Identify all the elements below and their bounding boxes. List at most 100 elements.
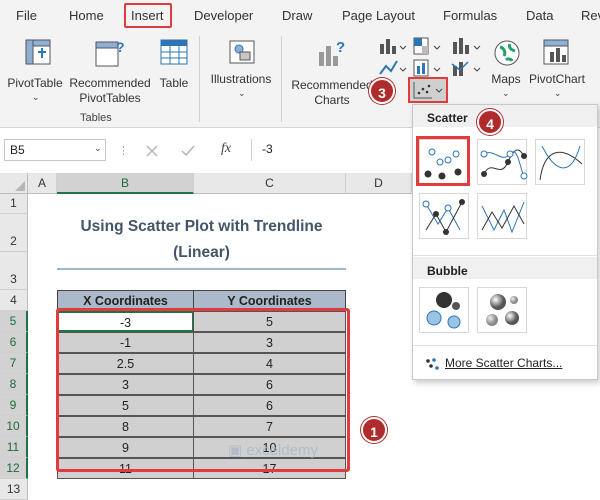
maps-button[interactable]: Maps ⌄ bbox=[486, 36, 526, 102]
tab-formulas[interactable]: Formulas bbox=[443, 8, 497, 23]
table-button[interactable]: Table bbox=[158, 36, 190, 96]
enter-check-icon[interactable] bbox=[180, 144, 196, 158]
pivotchart-button[interactable]: PivotChart ⌄ bbox=[526, 36, 588, 102]
illustrations-label: Illustrations bbox=[210, 72, 272, 86]
insert-tab-highlight bbox=[124, 3, 172, 28]
pie-chart-button[interactable] bbox=[412, 58, 444, 78]
column-header-d[interactable]: D bbox=[346, 173, 412, 194]
scatter-straight-lines-option[interactable] bbox=[477, 193, 527, 239]
scatter-straight-lines-markers-option[interactable] bbox=[419, 193, 469, 239]
formula-input[interactable]: -3 bbox=[251, 139, 411, 161]
more-scatter-charts-link[interactable]: More Scatter Charts... bbox=[425, 356, 562, 371]
hierarchy-chart-button[interactable] bbox=[412, 36, 444, 56]
tab-review[interactable]: Rev bbox=[581, 8, 600, 23]
chevron-down-icon[interactable]: ⌄ bbox=[94, 143, 102, 154]
callout-1: 1 bbox=[361, 417, 387, 443]
statistic-chart-button[interactable] bbox=[450, 36, 482, 56]
recommended-charts-label-2: Charts bbox=[314, 93, 350, 107]
row-header[interactable]: 7 bbox=[0, 353, 28, 374]
scatter-chart-button[interactable] bbox=[408, 77, 448, 103]
ribbon-divider bbox=[199, 36, 200, 122]
tab-data[interactable]: Data bbox=[526, 8, 553, 23]
select-all-corner[interactable] bbox=[0, 173, 28, 194]
column-header-c[interactable]: C bbox=[194, 173, 346, 194]
combo-chart-button[interactable] bbox=[450, 58, 482, 78]
illustrations-button[interactable]: Illustrations ⌄ bbox=[208, 36, 274, 102]
recommended-pivottables-icon: ? bbox=[95, 39, 125, 67]
row-header[interactable]: 13 bbox=[0, 479, 28, 500]
3d-bubble-option[interactable] bbox=[477, 287, 527, 333]
pie-chart-icon bbox=[413, 59, 441, 77]
ribbon-divider bbox=[281, 36, 282, 122]
recommended-pivottables-label-2: PivotTables bbox=[79, 91, 141, 105]
scatter-straight-lines-icon bbox=[481, 201, 525, 234]
row-header[interactable]: 5 bbox=[0, 311, 28, 332]
recommended-pivottables-button[interactable]: ? Recommended PivotTables bbox=[66, 36, 154, 106]
column-header-a[interactable]: A bbox=[28, 173, 57, 194]
tab-page-layout[interactable]: Page Layout bbox=[342, 8, 415, 23]
name-box[interactable]: B5 bbox=[4, 139, 106, 161]
row-header[interactable]: 2 bbox=[0, 214, 28, 252]
column-chart-button[interactable] bbox=[378, 36, 408, 56]
row-header[interactable]: 10 bbox=[0, 416, 28, 437]
scatter-straight-lines-markers-icon bbox=[422, 199, 465, 235]
globe-icon bbox=[494, 40, 520, 66]
row-header[interactable]: 6 bbox=[0, 332, 28, 353]
chevron-down-icon: ⌄ bbox=[502, 88, 510, 98]
bubble-section-label: Bubble bbox=[427, 264, 468, 278]
hierarchy-chart-icon bbox=[413, 37, 441, 55]
recommended-pivottables-label-1: Recommended bbox=[69, 76, 151, 90]
tab-developer[interactable]: Developer bbox=[194, 8, 253, 23]
resize-handle-icon[interactable]: ⋮ bbox=[118, 144, 130, 157]
row-header[interactable]: 9 bbox=[0, 395, 28, 416]
scatter-smooth-lines-option[interactable] bbox=[535, 139, 585, 185]
sheet-title-line1: Using Scatter Plot with Trendline bbox=[80, 218, 323, 235]
scatter-chart-icon bbox=[413, 82, 443, 99]
row-header[interactable]: 8 bbox=[0, 374, 28, 395]
row-header[interactable]: 12 bbox=[0, 458, 28, 479]
statistic-chart-icon bbox=[453, 38, 481, 54]
row-header[interactable]: 1 bbox=[0, 194, 28, 214]
cancel-icon[interactable] bbox=[144, 144, 160, 158]
chevron-down-icon: ⌄ bbox=[554, 88, 562, 98]
scatter-small-icon bbox=[426, 358, 439, 370]
scatter-smooth-lines-markers-icon bbox=[480, 149, 528, 180]
row-header[interactable]: 4 bbox=[0, 290, 28, 311]
watermark-logo-icon: ▣ bbox=[228, 442, 247, 459]
3d-bubble-chart-icon bbox=[486, 294, 519, 326]
dropdown-divider bbox=[413, 345, 597, 346]
line-chart-icon bbox=[379, 60, 407, 75]
pivotchart-icon bbox=[543, 39, 569, 65]
menu-bar: File Home Insert Developer Draw Page Lay… bbox=[0, 0, 600, 66]
row-header[interactable]: 3 bbox=[0, 252, 28, 290]
bubble-chart-icon bbox=[426, 292, 461, 329]
scatter-section-label: Scatter bbox=[427, 111, 468, 125]
row-header[interactable]: 11 bbox=[0, 437, 28, 458]
scatter-option-highlight bbox=[416, 136, 470, 186]
bubble-option[interactable] bbox=[419, 287, 469, 333]
column-chart-icon bbox=[380, 39, 407, 54]
line-chart-button[interactable] bbox=[378, 58, 408, 78]
column-header-b[interactable]: B bbox=[57, 173, 194, 194]
recommended-charts-button[interactable]: ? Recommended Charts bbox=[288, 36, 376, 107]
svg-text:?: ? bbox=[336, 39, 345, 56]
select-all-icon bbox=[15, 181, 25, 191]
table-label: Table bbox=[159, 76, 189, 90]
callout-4: 4 bbox=[477, 109, 503, 135]
tab-file[interactable]: File bbox=[16, 8, 37, 23]
combo-chart-icon bbox=[451, 61, 481, 76]
title-underline bbox=[57, 268, 346, 270]
scatter-smooth-lines-markers-option[interactable] bbox=[477, 139, 528, 185]
recommended-charts-label-1: Recommended bbox=[291, 78, 373, 92]
sheet-title: Using Scatter Plot with Trendline (Linea… bbox=[57, 214, 346, 266]
pivottable-button[interactable]: PivotTable ⌄ bbox=[7, 36, 64, 104]
tab-home[interactable]: Home bbox=[69, 8, 104, 23]
pivotchart-label: PivotChart bbox=[528, 72, 586, 86]
watermark: ▣ exceldemy bbox=[228, 441, 318, 459]
illustrations-icon bbox=[229, 40, 255, 64]
tab-draw[interactable]: Draw bbox=[282, 8, 312, 23]
insert-function-icon[interactable]: fx bbox=[221, 141, 231, 157]
dropdown-divider bbox=[413, 255, 597, 256]
watermark-text: exceldemy bbox=[246, 442, 319, 459]
callout-3: 3 bbox=[369, 78, 395, 104]
